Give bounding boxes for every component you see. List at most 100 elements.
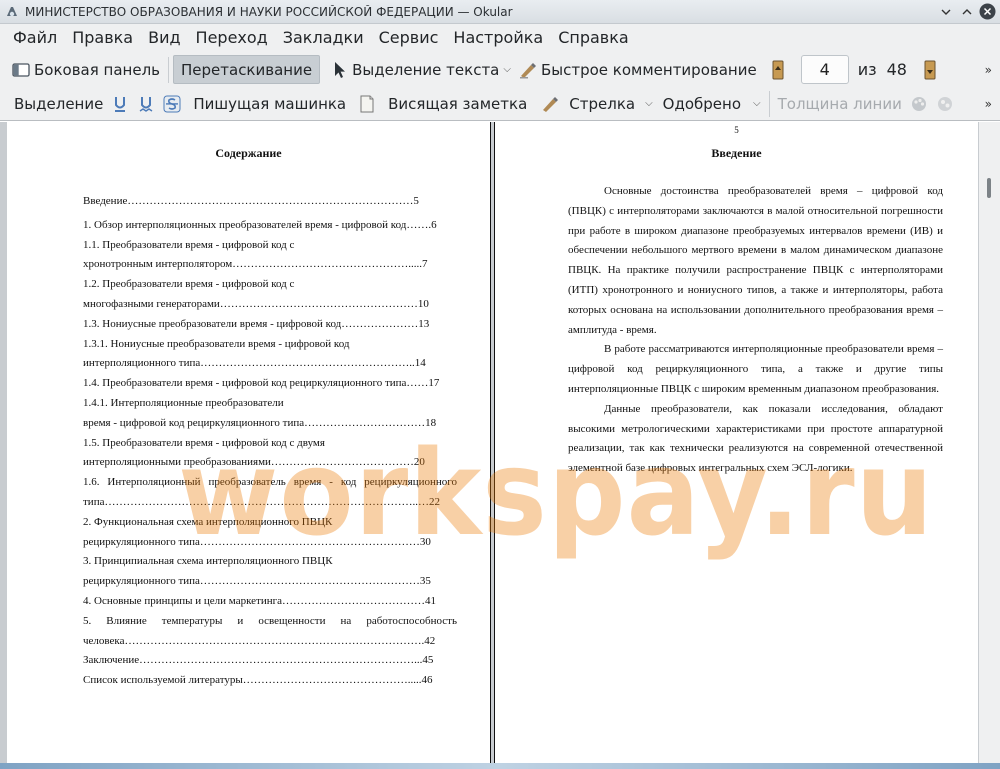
arrow-tool-label: Стрелка <box>569 94 636 113</box>
stamp-tool-button[interactable]: Одобрено ⌵ <box>659 89 765 118</box>
toc-entry: Заключение…………………………………………………………………...45 <box>83 654 434 667</box>
menu-tools[interactable]: Сервис <box>372 25 447 51</box>
arrow-tool-button[interactable]: Стрелка ⌵ <box>537 89 656 118</box>
strikeout-icon <box>163 95 181 113</box>
okular-app-icon <box>5 5 19 19</box>
document-viewport[interactable]: Содержание Введение………………………………………………………… <box>0 122 1000 769</box>
toolbar-separator <box>768 90 770 117</box>
menu-help[interactable]: Справка <box>551 25 637 51</box>
previous-page-icon <box>769 60 787 79</box>
highlight-tool-button[interactable]: Выделение <box>10 89 107 118</box>
toc-entry: человека……………………………………………………………………….42 <box>83 634 436 647</box>
toc-entry: Введение……………………………………………………………………5 <box>83 195 419 207</box>
toc-entry: интерполяционными преобразованиями………………… <box>83 456 425 469</box>
main-toolbar: Боковая панель Перетаскивание Выделение … <box>0 52 1000 87</box>
toc-entry: типа…………………………………………………………………………..…22 <box>83 495 440 508</box>
window-title: МИНИСТЕРСТВО ОБРАЗОВАНИЯ И НАУКИ РОССИЙС… <box>25 4 513 19</box>
stamp-label: Одобрено <box>662 94 742 113</box>
note-icon <box>358 95 376 113</box>
toc-entry: 1.2. Преобразователи время - цифровой ко… <box>83 278 295 291</box>
toc-entry: Список используемой литературы…………………………… <box>83 674 433 687</box>
next-page-icon <box>921 60 939 79</box>
toc-entry: 1.4.1. Интерполяционные преобразователи <box>83 396 284 409</box>
toolbar-overflow-icon[interactable]: » <box>985 63 992 77</box>
chevron-down-icon[interactable]: ⌵ <box>645 98 653 109</box>
drag-mode-button[interactable]: Перетаскивание <box>173 55 321 84</box>
close-icon[interactable] <box>979 3 996 20</box>
chevron-down-icon[interactable]: ⌵ <box>503 64 511 75</box>
toc-entry: 5. Влияние температуры и освещенности на… <box>83 614 457 627</box>
strikeout-tool-button[interactable] <box>159 89 185 118</box>
line-width-label: Толщина линии <box>777 94 902 113</box>
quick-comment-label: Быстрое комментирование <box>540 60 757 79</box>
typewriter-tool-button[interactable]: Пишущая машинка <box>189 89 350 118</box>
toc-entry: 1.4. Преобразователи время - цифровой ко… <box>83 377 440 390</box>
page-of-label: из <box>857 60 877 79</box>
intro-heading: Введение <box>711 146 762 160</box>
squiggly-tool-button[interactable] <box>133 89 159 118</box>
document-page-left: Содержание Введение………………………………………………………… <box>7 122 491 769</box>
vertical-scrollbar[interactable] <box>979 122 1000 769</box>
toc-heading: Содержание <box>215 146 282 160</box>
toc-entry: 1.5. Преобразователи время - цифровой ко… <box>83 436 325 449</box>
paragraph: Основные достоинства преобразователей вр… <box>568 185 943 336</box>
pen-comment-icon <box>519 61 537 79</box>
menu-view[interactable]: Вид <box>141 25 188 51</box>
chevron-down-icon[interactable]: ⌵ <box>753 98 761 109</box>
toc-entry: 2. Функциональная схема интерполяционног… <box>83 515 333 528</box>
underline-icon <box>111 95 129 113</box>
pen-arrow-icon <box>541 95 559 113</box>
text-select-label: Выделение текста <box>352 60 500 79</box>
paragraph: В работе рассматриваются интерполяционны… <box>568 343 943 395</box>
maximize-icon[interactable] <box>958 3 975 20</box>
sticky-note-tool-button[interactable]: Висящая заметка <box>354 89 531 118</box>
toc-entry: 3. Принципиальная схема интерполяционног… <box>83 555 333 568</box>
toc-entry: 1.3. Нониусные преобразователи время - ц… <box>83 317 430 330</box>
toc-entry: рециркуляционного типа………………………………………………… <box>83 535 431 548</box>
drag-mode-label: Перетаскивание <box>181 60 313 79</box>
scrollbar-thumb[interactable] <box>987 178 991 198</box>
toolbar-separator <box>168 56 169 83</box>
sidebar-icon <box>12 61 30 79</box>
toc-entry: интерполяционного типа………………………………………………… <box>83 357 426 370</box>
quick-comment-button[interactable]: Быстрое комментирование <box>515 55 761 84</box>
opacity-button[interactable] <box>932 89 958 118</box>
sidebar-label: Боковая панель <box>34 60 160 79</box>
toc-entry: рециркуляционного типа………………………………………………… <box>83 575 431 588</box>
menu-file[interactable]: Файл <box>0 25 65 51</box>
toolbar-overflow-icon[interactable]: » <box>985 97 992 111</box>
previous-page-button[interactable] <box>765 55 795 84</box>
document-page-right: 5 Введение Основные достоинства преобраз… <box>494 122 978 769</box>
underline-tool-button[interactable] <box>107 89 133 118</box>
toc-entry: 1. Обзор интерполяционных преобразовател… <box>83 218 437 231</box>
sidebar-button[interactable]: Боковая панель <box>8 55 164 84</box>
toc-entry: 4. Основные принципы и цели маркетинга……… <box>83 594 437 607</box>
menu-settings[interactable]: Настройка <box>446 25 551 51</box>
page-number: 5 <box>734 125 739 135</box>
paragraph: Данные преобразователи, как показали исс… <box>568 402 943 475</box>
menu-go[interactable]: Переход <box>189 25 276 51</box>
toc-entry: 1.1. Преобразователи время - цифровой ко… <box>83 238 295 251</box>
menu-bookmarks[interactable]: Закладки <box>276 25 372 51</box>
intro-text: Основные достоинства преобразователей вр… <box>568 182 943 479</box>
toc-entry: 1.6. Интерполяционный преобразователь вр… <box>83 476 457 489</box>
toc-entry: 1.3.1. Нониусные преобразователи время -… <box>83 337 350 350</box>
minimize-icon[interactable] <box>937 3 954 20</box>
text-select-button[interactable]: Выделение текста ⌵ <box>326 55 515 84</box>
toc-entry: время - цифровой код рециркуляционного т… <box>83 416 437 429</box>
squiggly-underline-icon <box>137 95 155 113</box>
highlight-tool-label: Выделение <box>14 94 104 113</box>
cursor-icon <box>330 61 348 79</box>
next-page-button[interactable] <box>917 55 947 84</box>
page-total: 48 <box>886 60 907 79</box>
toc-entry: многофазными генераторами………………………………………… <box>83 297 429 310</box>
toc-entry: хронотронным интерполятором…………………………………… <box>83 258 428 271</box>
title-bar: МИНИСТЕРСТВО ОБРАЗОВАНИЯ И НАУКИ РОССИЙС… <box>0 0 1000 24</box>
page-number-input[interactable] <box>800 55 849 84</box>
color-button[interactable] <box>906 89 932 118</box>
typewriter-label: Пишущая машинка <box>193 94 347 113</box>
taskbar-strip <box>0 763 1000 769</box>
menu-bar: Файл Правка Вид Переход Закладки Сервис … <box>0 24 1000 52</box>
line-width-button[interactable]: Толщина линии <box>774 89 906 118</box>
menu-edit[interactable]: Правка <box>65 25 141 51</box>
